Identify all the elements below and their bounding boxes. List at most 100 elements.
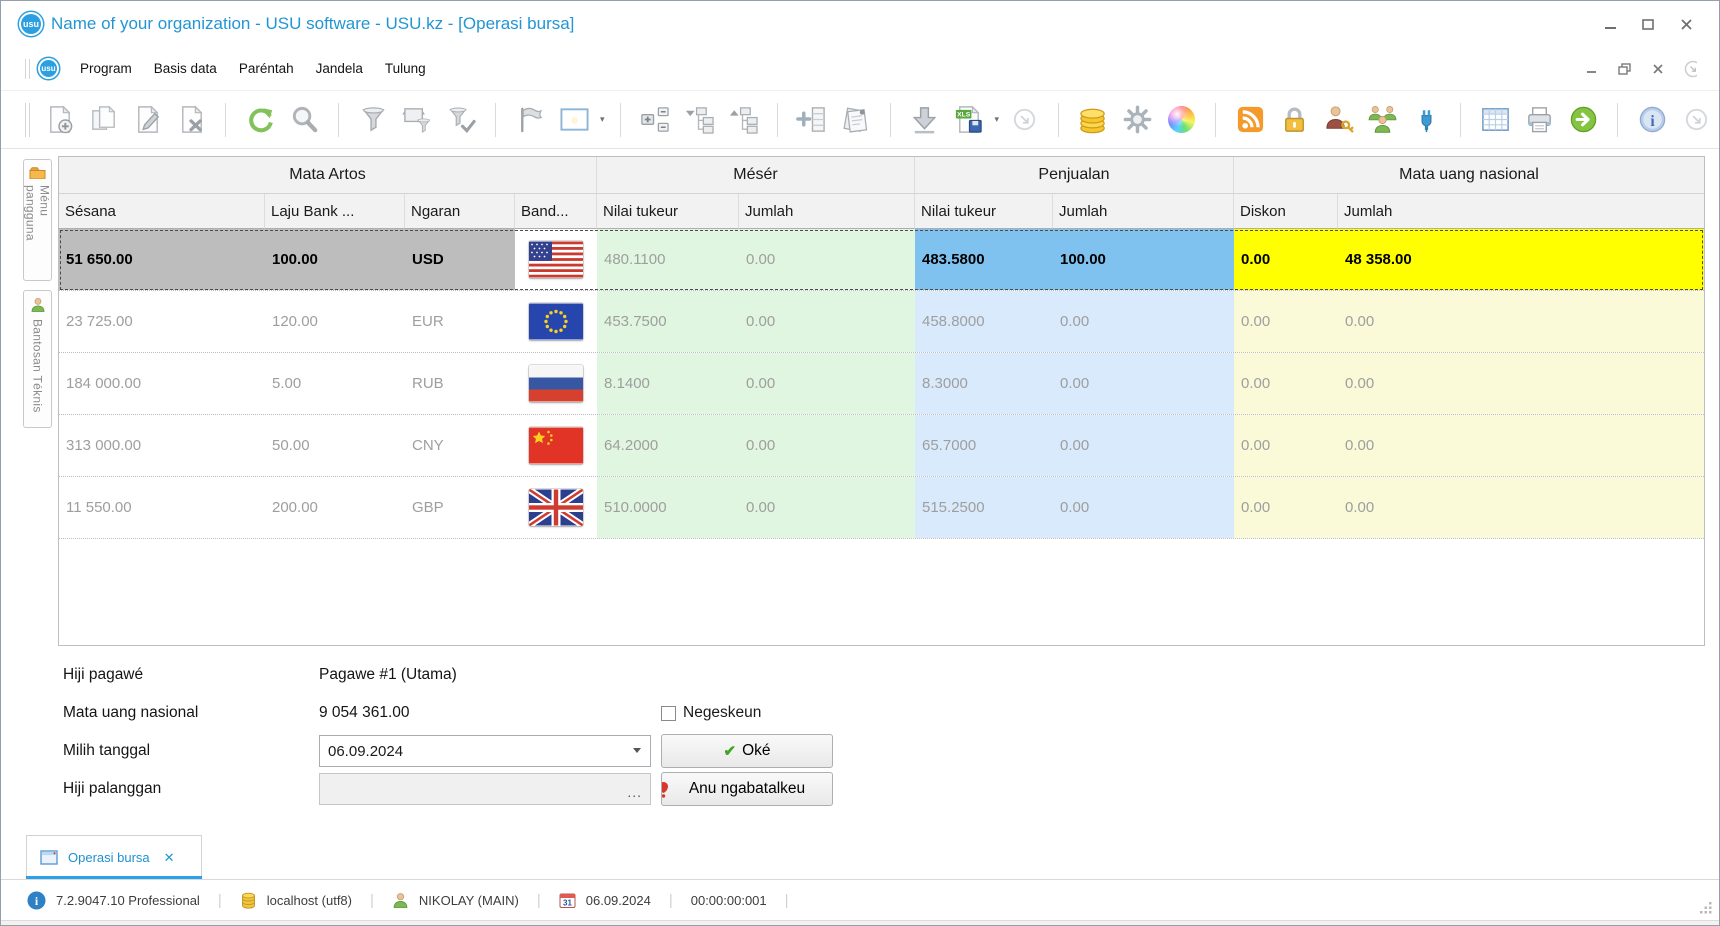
ellipsis-button[interactable]: ... (627, 784, 642, 800)
report-notes-icon[interactable] (837, 101, 875, 139)
ok-button[interactable]: ✔ Oké (661, 734, 833, 768)
cash-coins-icon[interactable] (1074, 101, 1112, 139)
col-header-diskon[interactable]: Diskon (1234, 194, 1338, 229)
cell-laju-bank[interactable]: 5.00 (265, 353, 405, 414)
table-row-usd[interactable]: 51 650.00 100.00 USD 480.1100 0.00 483.5… (59, 229, 1704, 291)
col-header-meser-jumlah[interactable]: Jumlah (739, 194, 915, 229)
cell-ngaran[interactable]: RUB (405, 353, 515, 414)
table-row-rub[interactable]: 184 000.00 5.00 RUB 8.1400 0.00 8.3000 0… (59, 353, 1704, 415)
cell-penjualan-nilai[interactable]: 65.7000 (915, 415, 1053, 476)
cell-sesana[interactable]: 51 650.00 (59, 229, 265, 290)
cell-penjualan-nilai[interactable]: 8.3000 (915, 353, 1053, 414)
resize-grip-icon[interactable] (1699, 901, 1713, 915)
cell-diskon[interactable]: 0.00 (1234, 415, 1338, 476)
cell-meser-nilai[interactable]: 480.1100 (597, 229, 739, 290)
menu-parentah[interactable]: Paréntah (228, 55, 305, 82)
info-icon[interactable]: i (27, 891, 46, 910)
minimize-icon[interactable] (1603, 17, 1617, 31)
cell-jumlah[interactable]: 0.00 (1338, 415, 1704, 476)
search-icon[interactable] (285, 101, 323, 139)
cancel-button[interactable]: Anu ngabatalkeu (661, 772, 833, 806)
cell-meser-jumlah[interactable]: 0.00 (739, 229, 915, 290)
mdi-close-icon[interactable] (1651, 63, 1664, 76)
cell-penjualan-jumlah[interactable]: 100.00 (1053, 229, 1234, 290)
cell-penjualan-jumlah[interactable]: 0.00 (1053, 415, 1234, 476)
new-document-icon[interactable] (40, 101, 78, 139)
employees-icon[interactable] (1363, 101, 1401, 139)
cell-diskon[interactable]: 0.00 (1234, 477, 1338, 538)
security-lock-icon[interactable] (1275, 101, 1313, 139)
cell-meser-nilai[interactable]: 510.0000 (597, 477, 739, 538)
tab-operasi-bursa[interactable]: Operasi bursa ✕ (26, 835, 202, 879)
col-header-sesana[interactable]: Sésana (59, 194, 265, 229)
export-xls-dropdown-icon[interactable]: ▾ (995, 114, 1000, 125)
col-header-meser-nilai-tukeur[interactable]: Nilai tukeur (597, 194, 739, 229)
cell-jumlah[interactable]: 0.00 (1338, 477, 1704, 538)
image-view-dropdown-icon[interactable]: ▾ (600, 114, 605, 125)
mdi-restore-icon[interactable] (1618, 63, 1631, 76)
cell-penjualan-nilai[interactable]: 458.8000 (915, 291, 1053, 352)
cell-meser-jumlah[interactable]: 0.00 (739, 415, 915, 476)
settings-gear-icon[interactable] (1118, 101, 1156, 139)
cell-sesana[interactable]: 313 000.00 (59, 415, 265, 476)
delete-document-icon[interactable] (172, 101, 210, 139)
cell-penjualan-nilai[interactable]: 515.2500 (915, 477, 1053, 538)
tree-collapse-icon[interactable] (680, 101, 718, 139)
menu-basis-data[interactable]: Basis data (143, 55, 228, 82)
cell-laju-bank[interactable]: 50.00 (265, 415, 405, 476)
sidebar-tab-menu-pangguna[interactable]: Ménu pangguna (23, 159, 52, 281)
menu-program[interactable]: Program (69, 55, 143, 82)
cell-meser-nilai[interactable]: 453.7500 (597, 291, 739, 352)
refresh-icon[interactable] (241, 101, 279, 139)
cell-jumlah[interactable]: 0.00 (1338, 353, 1704, 414)
cell-laju-bank[interactable]: 100.00 (265, 229, 405, 290)
cell-penjualan-jumlah[interactable]: 0.00 (1053, 291, 1234, 352)
cell-sesana[interactable]: 184 000.00 (59, 353, 265, 414)
maximize-icon[interactable] (1641, 17, 1655, 31)
table-view-icon[interactable] (1476, 101, 1514, 139)
cell-diskon[interactable]: 0.00 (1234, 229, 1338, 290)
cell-diskon[interactable]: 0.00 (1234, 353, 1338, 414)
cell-ngaran[interactable]: EUR (405, 291, 515, 352)
import-download-icon[interactable] (906, 101, 944, 139)
cell-sesana[interactable]: 11 550.00 (59, 477, 265, 538)
chevron-down-icon[interactable] (633, 748, 641, 753)
edit-document-icon[interactable] (128, 101, 166, 139)
cell-ngaran[interactable]: USD (405, 229, 515, 290)
close-icon[interactable] (1679, 17, 1693, 31)
filter-apply-icon[interactable] (442, 101, 480, 139)
checkbox-box-icon[interactable] (661, 706, 676, 721)
plugin-integration-icon[interactable] (1407, 101, 1445, 139)
cell-laju-bank[interactable]: 200.00 (265, 477, 405, 538)
export-xls-icon[interactable]: XLS (950, 101, 988, 139)
table-row-cny[interactable]: 313 000.00 50.00 CNY 64.2000 0.00 65.700… (59, 415, 1704, 477)
table-row-eur[interactable]: 23 725.00 120.00 EUR 453.7500 0.00 458.8… (59, 291, 1704, 353)
cell-penjualan-jumlah[interactable]: 0.00 (1053, 353, 1234, 414)
cell-meser-nilai[interactable]: 8.1400 (597, 353, 739, 414)
cell-meser-jumlah[interactable]: 0.00 (739, 477, 915, 538)
filter-icon[interactable] (354, 101, 392, 139)
cell-jumlah[interactable]: 0.00 (1338, 291, 1704, 352)
theme-colors-icon[interactable] (1162, 101, 1200, 139)
group-plus-minus-icon[interactable] (636, 101, 674, 139)
filter-custom-icon[interactable] (398, 101, 436, 139)
customer-input[interactable]: ... (319, 773, 651, 805)
rss-feed-icon[interactable] (1231, 101, 1269, 139)
col-header-penjualan-jumlah[interactable]: Jumlah (1053, 194, 1234, 229)
image-view-icon[interactable] (555, 101, 593, 139)
tree-expand-icon[interactable] (724, 101, 762, 139)
cell-jumlah[interactable]: 48 358.00 (1338, 229, 1704, 290)
col-header-laju-bank[interactable]: Laju Bank ... (265, 194, 405, 229)
mdi-more-icon[interactable] (1684, 63, 1697, 76)
cell-meser-jumlah[interactable]: 0.00 (739, 353, 915, 414)
menu-tulung[interactable]: Tulung (374, 55, 437, 82)
about-info-icon[interactable]: i (1633, 101, 1671, 139)
menu-jandela[interactable]: Jandela (305, 55, 374, 82)
mdi-minimize-icon[interactable] (1585, 63, 1598, 76)
cell-meser-nilai[interactable]: 64.2000 (597, 415, 739, 476)
table-row-gbp[interactable]: 11 550.00 200.00 GBP 510.0000 0.00 515.2… (59, 477, 1704, 539)
confirm-checkbox[interactable]: Negeskeun (661, 704, 833, 722)
add-row-icon[interactable] (793, 101, 831, 139)
print-icon[interactable] (1520, 101, 1558, 139)
cell-penjualan-jumlah[interactable]: 0.00 (1053, 477, 1234, 538)
